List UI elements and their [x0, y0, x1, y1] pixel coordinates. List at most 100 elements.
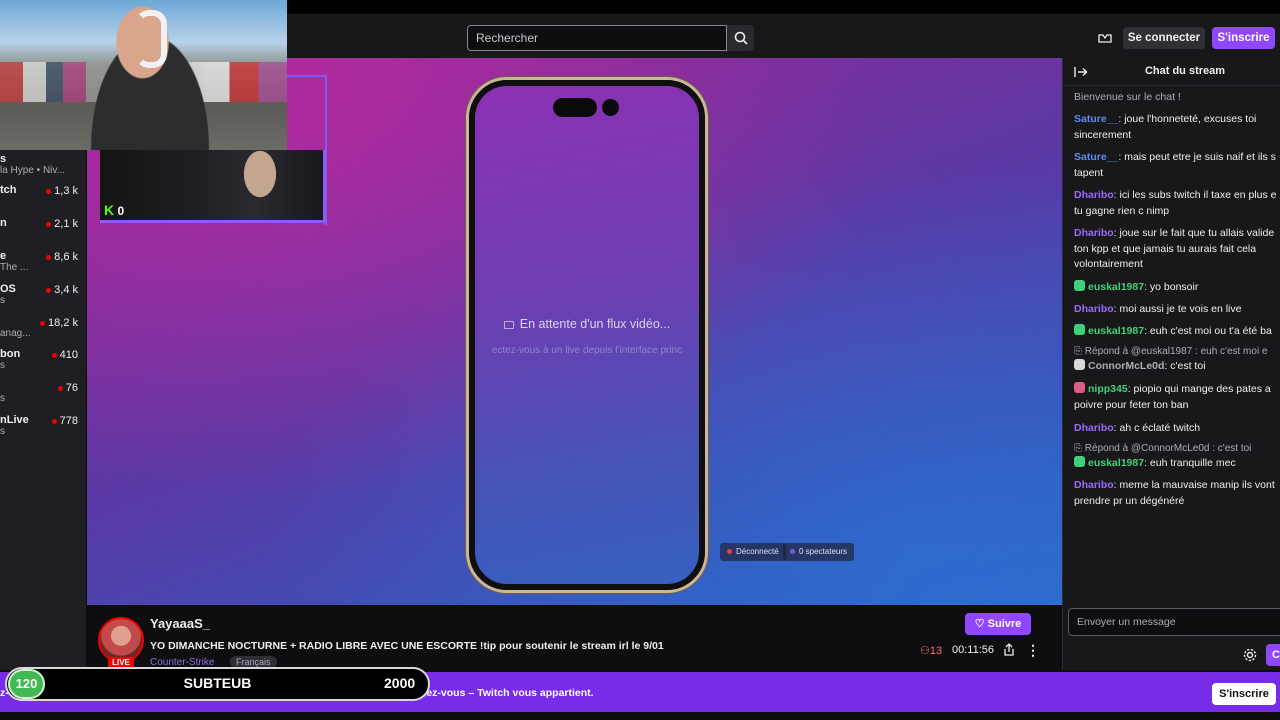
sidebar-channel-name[interactable]: bon [0, 348, 20, 360]
chat-input[interactable]: Envoyer un message [1068, 608, 1280, 636]
sidebar-channel-category: The ... [0, 262, 29, 273]
chat-message-text: : ah c éclaté twitch [1113, 422, 1201, 434]
sidebar-viewer-count-value: 778 [59, 415, 78, 427]
sidebar-viewer-count: 2,1 k [38, 218, 86, 230]
sidebar-channel-category: s [0, 360, 5, 371]
sidebar-channel-category: s [0, 295, 5, 306]
chat-send-button[interactable]: C [1266, 644, 1280, 666]
chat-message: Dharibo: ah c éclaté twitch [1074, 421, 1280, 437]
search-button[interactable] [727, 25, 754, 51]
reply-text: Répond à @euskal1987 : euh c'est moi e [1084, 346, 1268, 357]
live-dot-icon [46, 188, 52, 194]
chat-message: euskal1987: yo bonsoir [1074, 280, 1280, 296]
eye-icon [790, 549, 795, 555]
follow-button[interactable]: ♡ Suivre [965, 613, 1031, 635]
sub-goal-current: 120 [8, 669, 45, 699]
waiting-subtext: ectez-vous à un live depuis l'interface … [491, 345, 683, 356]
sidebar-viewer-count: 410 [38, 349, 86, 361]
phone-frame [469, 80, 705, 590]
sidebar-viewer-count-value: 76 [65, 382, 78, 394]
stream-title: YO DIMANCHE NOCTURNE + RADIO LIBRE AVEC … [150, 640, 664, 652]
headset-icon [135, 10, 167, 68]
sidebar-viewer-count-value: 2,1 k [54, 218, 78, 230]
status-dot-icon [727, 549, 732, 555]
sub-goal-target: 2000 [384, 675, 416, 691]
webcam-overlay [0, 0, 287, 150]
sidebar-viewer-count: 18,2 k [38, 317, 86, 329]
user-badge-icon [1074, 359, 1085, 370]
chat-welcome: Bienvenue sur le chat ! [1074, 91, 1181, 103]
chat-username[interactable]: nipp345 [1088, 383, 1128, 395]
spectators-text: 0 spectateurs [799, 547, 848, 556]
sidebar-channel-category: anag... [0, 328, 31, 339]
monitor-icon [503, 320, 514, 329]
login-button[interactable]: Se connecter [1123, 27, 1205, 49]
chat-message: euskal1987: euh c'est moi ou t'a été ba [1074, 324, 1280, 340]
chat-message-continuation: tu gagne rien c nimp [1074, 204, 1170, 217]
search-input[interactable]: Rechercher [467, 25, 727, 51]
chat-message-text: : moi aussi je te vois en live [1113, 303, 1242, 315]
reply-icon: ⎘ [1074, 443, 1085, 454]
sidebar-viewer-count-value: 1,3 k [54, 185, 78, 197]
chat-message: Dharibo: meme la mauvaise manip ils vont… [1074, 478, 1280, 509]
chat-message-text: : c'est toi [1164, 360, 1206, 372]
sidebar-channel-category: la Hype • Niv... [0, 165, 65, 176]
chat-username[interactable]: Dharibo [1074, 422, 1114, 434]
chat-username[interactable]: ConnorMcLe0d [1088, 360, 1164, 372]
sidebar-viewer-count-value: 8,6 k [54, 251, 78, 263]
banner-signup-button[interactable]: S'inscrire [1212, 683, 1276, 705]
sidebar-channel-name[interactable]: OS [0, 283, 16, 295]
sidebar-viewer-count: 76 [38, 382, 86, 394]
sidebar-channel-name[interactable]: tch [0, 184, 17, 196]
chat-settings-gear-icon[interactable] [1242, 647, 1258, 663]
sidebar-channel-name[interactable]: n [0, 217, 7, 229]
sidebar-viewer-count: 8,6 k [38, 251, 86, 263]
chat-message-text: : joue sur le fait que tu allais valide [1113, 227, 1275, 239]
streamer-name[interactable]: YayaaaS_ [150, 616, 210, 631]
live-dot-icon [51, 418, 57, 424]
chat-username[interactable]: euskal1987 [1088, 325, 1144, 337]
sidebar-viewer-count-value: 3,4 k [54, 284, 78, 296]
inbox-icon[interactable] [1097, 30, 1113, 46]
chat-message-continuation: ton kpp et que jamais tu aurais fait cel… [1074, 242, 1257, 255]
chat-message-text: : mais peut etre je suis naif et ils s [1118, 151, 1276, 163]
search-icon [734, 31, 748, 45]
sidebar-channel-name[interactable]: s [0, 153, 6, 165]
user-badge-icon [1074, 280, 1085, 291]
sidebar-viewer-count: 778 [38, 415, 86, 427]
chat-message-text: : euh c'est moi ou t'a été ba [1144, 325, 1272, 337]
chat-username[interactable]: euskal1987 [1088, 457, 1144, 469]
chat-message: Dharibo: moi aussi je te vois en live [1074, 302, 1280, 318]
chat-title: Chat du stream [1144, 65, 1226, 77]
chat-username[interactable]: Dharibo [1074, 479, 1114, 491]
live-dot-icon [57, 385, 63, 391]
status-text: Déconnecté [736, 547, 779, 556]
more-options-icon[interactable]: ⋮ [1026, 643, 1040, 657]
chat-username[interactable]: Dharibo [1074, 303, 1114, 315]
live-dot-icon [46, 221, 52, 227]
reply-text: Répond à @ConnorMcLe0d : c'est toi [1084, 443, 1252, 454]
chat-username[interactable]: euskal1987 [1088, 281, 1144, 293]
kick-counter: K 0 [104, 202, 134, 218]
live-dot-icon [46, 254, 52, 260]
chat-message: Dharibo: ici les subs twitch il taxe en … [1074, 188, 1280, 219]
chat-username[interactable]: Dharibo [1074, 189, 1114, 201]
heart-icon: ♡ [974, 618, 985, 630]
chat-message-text: : yo bonsoir [1144, 281, 1199, 293]
collapse-chat-icon[interactable] [1073, 64, 1089, 80]
sidebar-channel-name[interactable]: e [0, 250, 6, 262]
live-dot-icon [40, 320, 46, 326]
sidebar-viewer-count: 3,4 k [38, 284, 86, 296]
chat-username[interactable]: Dharibo [1074, 227, 1114, 239]
bottom-strip [0, 712, 1280, 720]
signup-button[interactable]: S'inscrire [1212, 27, 1275, 49]
waiting-message: En attente d'un flux vidéo... [470, 317, 704, 331]
chat-message-continuation: prendre pr un dégénéré [1074, 494, 1185, 507]
sidebar-channel-name[interactable]: nLive [0, 414, 29, 426]
share-icon[interactable] [1002, 643, 1016, 657]
chat-username[interactable]: Sature__ [1074, 113, 1118, 125]
chat-message-continuation: volontairement [1074, 258, 1143, 270]
chat-username[interactable]: Sature__ [1074, 151, 1118, 163]
user-badge-icon [1074, 324, 1085, 335]
sub-goal-label: SUBTEUB [183, 675, 252, 691]
